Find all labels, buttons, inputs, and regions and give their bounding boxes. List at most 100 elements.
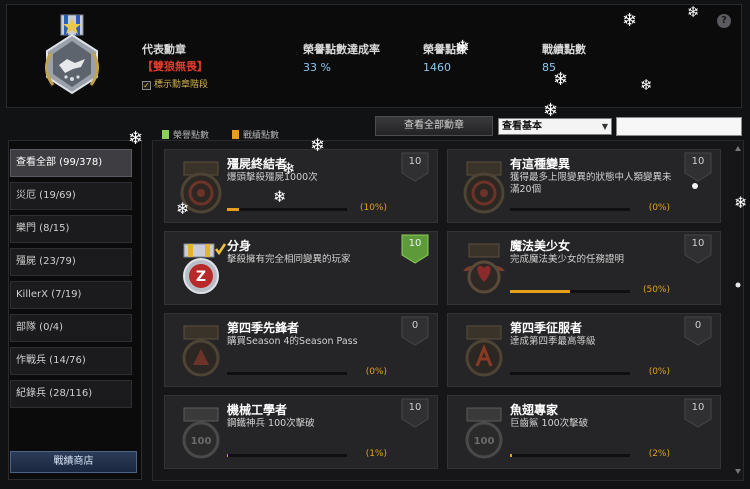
svg-text:100: 100 xyxy=(474,436,495,447)
season-conqueror-icon xyxy=(465,325,503,377)
shark-100-icon: 100 xyxy=(465,407,503,459)
snowflake-icon: ❄ xyxy=(273,187,287,206)
honor-points-badge: 0 xyxy=(684,316,712,346)
achievement-title: 機械工學者 xyxy=(227,403,288,417)
honor-points-badge: 10 xyxy=(684,234,712,264)
achievement-desc: 爆頭擊殺殭屍1000次 xyxy=(227,172,318,183)
category-combat-soldier[interactable]: 作戰兵 (14/76) xyxy=(10,347,132,375)
achievement-title: 魔法美少女 xyxy=(510,239,571,253)
show-stage-checkbox[interactable]: ✓ xyxy=(142,81,151,90)
medal-title-label: 代表勳章 xyxy=(142,43,186,56)
achievement-card[interactable]: Z 分身 擊殺擁有完全相同變異的玩家 10 xyxy=(164,231,438,305)
honor-points-value: 10 xyxy=(408,402,422,413)
honor-points-value: 10 xyxy=(691,402,705,413)
mech-100-icon: 100 xyxy=(182,407,220,459)
achievement-grid: 殭屍終結者 爆頭擊殺殭屍1000次 (10%) 10 有這種變異 獲得最多上限變… xyxy=(152,140,744,481)
achievement-desc: 購買Season 4的Season Pass xyxy=(227,336,358,347)
achievement-progress-label: (1%) xyxy=(365,449,387,459)
achievement-card[interactable]: 第四季先鋒者 購買Season 4的Season Pass (0%) 0 xyxy=(164,313,438,387)
season-pioneer-icon xyxy=(182,325,220,377)
show-stage-label: 標示勳章階段 xyxy=(154,80,209,90)
honor-points-badge: 10 xyxy=(401,234,429,264)
achievement-desc: 達成第四季最高等級 xyxy=(510,336,596,347)
achievement-card[interactable]: 100 魚翅專家 巨齒鯊 100次擊破 (2%) 10 xyxy=(447,395,721,469)
achievement-title: 有這種變異 xyxy=(510,157,571,171)
honor-points-value: 0 xyxy=(411,320,419,331)
achievement-title: 殭屍終結者 xyxy=(227,157,288,171)
category-paradise[interactable]: 樂門 (8/15) xyxy=(10,215,132,243)
achievement-progress-label: (2%) xyxy=(648,449,670,459)
achievement-desc: 巨齒鯊 100次擊破 xyxy=(510,418,589,429)
show-stage-toggle[interactable]: ✓ 標示勳章階段 xyxy=(142,77,208,90)
achievement-card[interactable]: 魔法美少女 完成魔法美少女的任務證明 (50%) 10 xyxy=(447,231,721,305)
magic-girl-icon xyxy=(463,243,505,294)
achievement-progress-bar xyxy=(510,454,630,457)
representative-medal-name: 【雙狼無畏】 xyxy=(142,60,208,73)
achievement-progress-label: (0%) xyxy=(365,367,387,377)
battle-points-label: 戰績點數 xyxy=(542,43,586,56)
achievement-progress-bar xyxy=(227,454,347,457)
achievement-card[interactable]: 第四季征服者 達成第四季最高等級 (0%) 0 xyxy=(447,313,721,387)
honor-points-value: 10 xyxy=(408,156,422,167)
snowflake-icon: ❄ xyxy=(640,76,653,94)
snowflake-icon: ❄ xyxy=(734,193,748,212)
achievement-card[interactable]: 殭屍終結者 爆頭擊殺殭屍1000次 (10%) 10 xyxy=(164,149,438,223)
honor-rate-label: 榮譽點數達成率 xyxy=(303,43,380,56)
svg-text:Z: Z xyxy=(196,269,206,285)
snowflake-icon: ❄ xyxy=(687,3,700,21)
help-icon[interactable]: ? xyxy=(717,14,731,28)
svg-text:100: 100 xyxy=(191,436,212,447)
honor-points-badge: 10 xyxy=(684,398,712,428)
achievement-progress-bar xyxy=(510,372,630,375)
search-input[interactable] xyxy=(616,117,742,136)
achievement-card[interactable]: 100 機械工學者 鋼鐵神兵 100次擊破 (1%) 10 xyxy=(164,395,438,469)
battle-shop-button[interactable]: 戰績商店 xyxy=(10,451,137,473)
honor-rate-value: 33 % xyxy=(303,61,331,74)
snowflake-icon: ❄ xyxy=(455,37,471,58)
honor-points-value: 10 xyxy=(408,238,422,249)
snowflake-icon: ❄ xyxy=(128,128,144,149)
achievement-progress-bar xyxy=(227,208,347,211)
honor-points-badge: 10 xyxy=(684,152,712,182)
achievement-progress-bar xyxy=(510,208,630,211)
snowflake-icon: ❄ xyxy=(310,135,326,156)
achievement-title: 分身 xyxy=(227,239,252,253)
achievement-title: 第四季征服者 xyxy=(510,321,583,335)
honor-points-badge: 0 xyxy=(401,316,429,346)
honor-flag-icon xyxy=(162,130,169,139)
achievement-progress-label: (50%) xyxy=(642,285,670,295)
achievement-desc: 擊殺擁有完全相同變異的玩家 xyxy=(227,254,351,265)
achievement-title: 第四季先鋒者 xyxy=(227,321,300,335)
category-killerx[interactable]: KillerX (7/19) xyxy=(10,281,132,309)
zombie-target-icon xyxy=(463,161,505,214)
category-record-soldier[interactable]: 紀錄兵 (28/116) xyxy=(10,380,132,408)
battle-flag-icon xyxy=(232,130,239,139)
representative-medal-icon[interactable] xyxy=(37,13,107,99)
achievement-progress-bar xyxy=(510,290,630,293)
category-disaster[interactable]: 災厄 (19/69) xyxy=(10,182,132,210)
view-mode-value: 查看基本 xyxy=(502,121,542,132)
snowflake-icon: ❄ xyxy=(176,199,190,218)
achievement-desc: 獲得最多上限變異的狀態中人類變異未滿20個 xyxy=(510,172,672,195)
snow-dot xyxy=(692,183,698,189)
category-all[interactable]: 查看全部 (99/378) xyxy=(10,149,132,177)
achievement-progress-label: (10%) xyxy=(359,203,387,213)
achievement-desc: 完成魔法美少女的任務證明 xyxy=(510,254,625,265)
category-zombie[interactable]: 殭屍 (23/79) xyxy=(10,248,132,276)
honor-points-value: 10 xyxy=(691,156,705,167)
achievement-progress-bar xyxy=(227,372,347,375)
snowflake-icon: ❄ xyxy=(543,100,559,121)
honor-points-badge: 10 xyxy=(401,398,429,428)
view-all-medals-button[interactable]: 查看全部勳章 xyxy=(375,116,493,136)
honor-points-value: 0 xyxy=(694,320,702,331)
honor-points-value: 1460 xyxy=(423,61,451,74)
clone-z-icon: Z xyxy=(183,243,227,294)
honor-points-badge: 10 xyxy=(401,152,429,182)
achievement-title: 魚翅專家 xyxy=(510,403,559,417)
snowflake-icon: ❄ xyxy=(282,159,296,178)
snowflake-icon: ❄ xyxy=(622,10,638,31)
category-squad[interactable]: 部隊 (0/4) xyxy=(10,314,132,342)
achievement-card[interactable]: 有這種變異 獲得最多上限變異的狀態中人類變異未滿20個 (0%) 10 xyxy=(447,149,721,223)
chevron-down-icon: ▼ xyxy=(601,122,608,131)
achievement-desc: 鋼鐵神兵 100次擊破 xyxy=(227,418,315,429)
